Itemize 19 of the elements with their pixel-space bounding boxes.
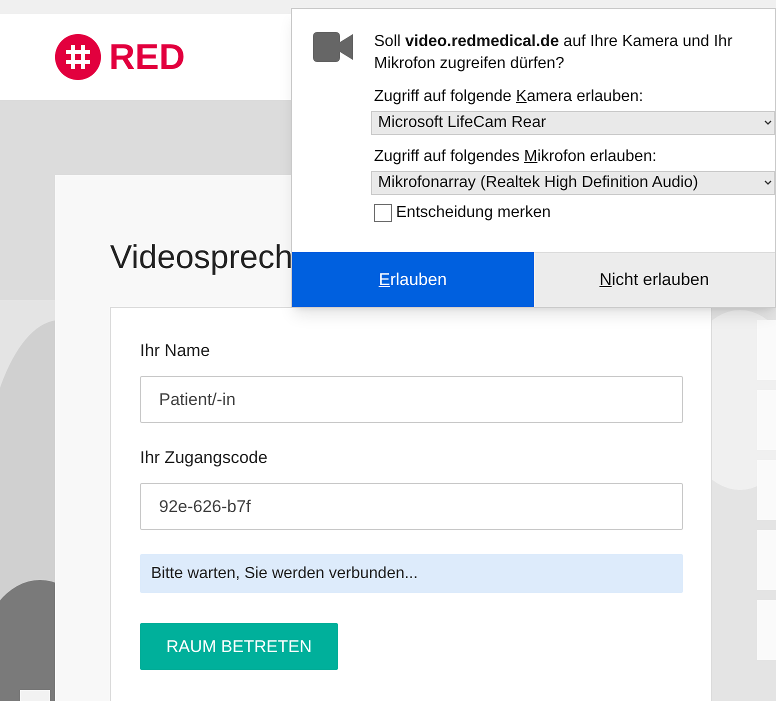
- hash-logo-icon: [55, 34, 101, 80]
- device-select[interactable]: Mikrofonarray (Realtek High Definition Audio): [371, 171, 775, 195]
- status-message: Bitte warten, Sie werden verbunden...: [140, 554, 683, 593]
- chevron-down-icon: [764, 120, 772, 126]
- device-label: Zugriff auf folgende Kamera erlauben:: [374, 87, 644, 107]
- deny-button[interactable]: Nicht erlauben: [534, 252, 775, 307]
- input-field[interactable]: 92e-626-b7f: [140, 483, 683, 530]
- field-label: Ihr Zugangscode: [140, 447, 269, 469]
- logo-text: RED: [109, 39, 186, 75]
- input-field[interactable]: Patient/-in: [140, 376, 683, 423]
- page-title: Videosprech: [110, 237, 293, 277]
- field-label: Ihr Name: [140, 340, 211, 362]
- allow-button[interactable]: Erlauben: [292, 252, 534, 307]
- device-select[interactable]: Microsoft LifeCam Rear: [371, 111, 775, 135]
- video-camera-icon: [313, 32, 353, 62]
- remember-checkbox[interactable]: Entscheidung merken: [374, 203, 775, 223]
- device-label: Zugriff auf folgendes Mikrofon erlauben:: [374, 147, 658, 167]
- chevron-down-icon: [764, 180, 772, 186]
- permission-question: Soll video.redmedical.de auf Ihre Kamera und Ihr Mikrofon zugreifen dürfen?: [374, 32, 734, 74]
